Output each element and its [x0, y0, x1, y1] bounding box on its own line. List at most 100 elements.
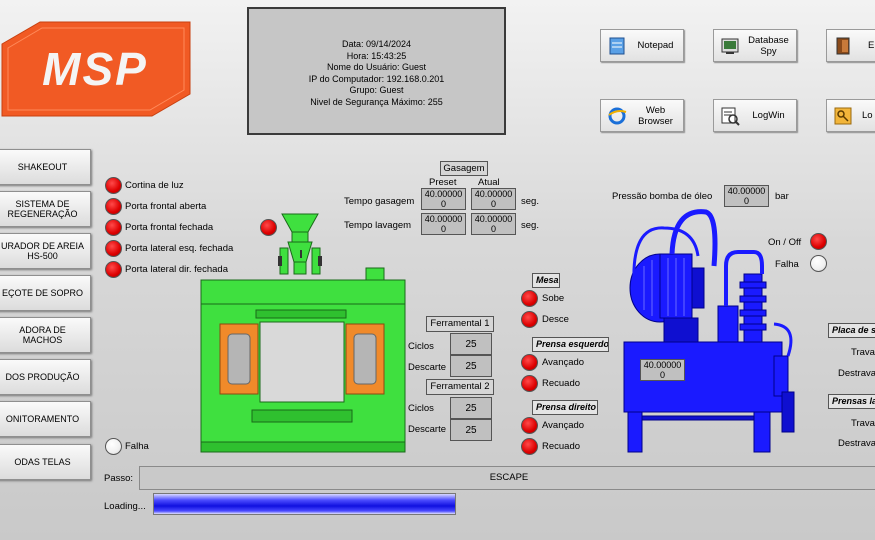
ferramental2-title: Ferramental 2 [426, 379, 494, 395]
menu-shakeout-label: SHAKEOUT [17, 161, 68, 172]
hydraulic-falha-label: Falha [775, 259, 799, 270]
database-spy-label-1: Database [748, 34, 789, 46]
porta-lateral-esq-led [105, 240, 122, 257]
pressao-value-box: 40.00000 0 [724, 185, 769, 207]
tempo-lavagem-unit: seg. [521, 220, 539, 231]
menu-cabecote-sopro[interactable]: EÇOTE DE SOPRO [0, 275, 91, 311]
prensas-title: Prensas la [828, 394, 875, 409]
info-time: Hora: 15:43:25 [346, 50, 407, 61]
web-browser-button[interactable]: Web Browser [600, 99, 684, 132]
prensa-dir-recuado-led [521, 438, 538, 455]
logwin-button[interactable]: LogWin [713, 99, 797, 132]
prensa-esq-recuado-label: Recuado [542, 378, 581, 389]
passo-label: Passo: [104, 473, 134, 484]
logo-text: MSP [42, 43, 148, 95]
ferramental1-descarte-value: 25 [450, 355, 492, 377]
core-blower-machine-diagram [196, 210, 408, 456]
info-group: Grupo: Guest [349, 85, 404, 95]
tank-sub: 0 [659, 369, 665, 380]
menu-curador-areia[interactable]: URADOR DE AREIA HS-500 [0, 233, 91, 269]
cortina-luz-label: Cortina de luz [125, 180, 184, 191]
logwin-label: LogWin [752, 110, 785, 121]
pressao-label: Pressão bomba de óleo [612, 191, 713, 202]
menu-cabecote-sopro-label: EÇOTE DE SOPRO [1, 287, 83, 298]
tempo-gasagem-preset-sub: 0 [440, 198, 446, 209]
menu-dados-producao[interactable]: DOS PRODUÇÃO [0, 359, 91, 395]
gasagem-atual-header: Atual [478, 177, 500, 188]
prensa-dir-avancado-led [521, 417, 538, 434]
tempo-gasagem-atual: 40.00000 0 [471, 188, 516, 210]
ferramental1-descarte-label: Descarte [408, 362, 447, 373]
notepad-button[interactable]: Notepad [600, 29, 684, 62]
gasagem-title: Gasagem [440, 161, 488, 176]
tempo-lavagem-preset-sub: 0 [440, 223, 446, 234]
menu-shakeout[interactable]: SHAKEOUT [0, 149, 91, 185]
menu-sopradora-machos[interactable]: ADORA DE MACHOS [0, 317, 91, 353]
tank-value-box: 40.00000 0 [640, 359, 685, 381]
menu-dados-producao-label: DOS PRODUÇÃO [5, 371, 80, 382]
ferramental2-ciclos-label: Ciclos [408, 403, 434, 414]
tempo-gasagem-atual-sub: 0 [490, 198, 496, 209]
menu-sistema-regeneracao[interactable]: SISTEMA DE REGENERAÇÃO [0, 191, 91, 227]
porta-lateral-dir-led [105, 261, 122, 278]
ferramental2-descarte-label: Descarte [408, 424, 447, 435]
tempo-gasagem-preset[interactable]: 40.00000 0 [421, 188, 466, 210]
loading-label: Loading... [104, 501, 146, 512]
web-browser-label-2: Browser [638, 115, 673, 127]
log-magnifier-icon [719, 105, 741, 127]
passo-status-bar: ESCAPE [139, 466, 875, 490]
prensa-dir-avancado-label: Avançado [542, 420, 585, 431]
pressao-sub: 0 [743, 195, 749, 206]
pressao-unit: bar [775, 191, 789, 202]
info-ip: IP do Computador: 192.168.0.201 [308, 73, 445, 84]
exit-button[interactable]: E [826, 29, 875, 62]
notepad-label: Notepad [637, 40, 674, 51]
placa-destrava-label: Destrava [838, 368, 875, 379]
menu-monitoramento-label: ONITORAMENTO [5, 413, 80, 424]
prensa-dir-recuado-label: Recuado [542, 441, 581, 452]
web-browser-label-1: Web [645, 104, 666, 116]
login-label: Lo [862, 110, 873, 121]
menu-monitoramento[interactable]: ONITORAMENTO [0, 401, 91, 437]
cortina-luz-led [105, 177, 122, 194]
info-date: Data: 09/14/2024 [341, 39, 412, 49]
session-info-panel: Data: 09/14/2024 Hora: 15:43:25 Nome do … [247, 7, 506, 135]
info-security: Nivel de Segurança Máximo: 255 [310, 96, 443, 107]
mesa-desce-label: Desce [542, 314, 569, 325]
prensa-direito-title: Prensa direito [532, 400, 598, 415]
msp-logo: MSP [0, 20, 195, 118]
ferramental2-descarte-value: 25 [450, 419, 492, 441]
exit-label: E [868, 40, 875, 51]
porta-frontal-aberta-led [105, 198, 122, 215]
exit-door-icon [832, 35, 854, 57]
prensas-trava-label: Trava [851, 418, 875, 429]
login-button[interactable]: Lo [826, 99, 875, 132]
database-icon [719, 35, 741, 57]
gasagem-preset-header: Preset [429, 177, 457, 188]
porta-frontal-aberta-label: Porta frontal aberta [125, 201, 207, 212]
notepad-icon [606, 35, 628, 57]
falha-left-led [105, 438, 122, 455]
key-icon [832, 105, 854, 127]
falha-left-label: Falha [125, 441, 149, 452]
on-off-led[interactable] [810, 233, 827, 250]
tempo-lavagem-preset[interactable]: 40.00000 0 [421, 213, 466, 235]
prensa-esq-avancado-led [521, 354, 538, 371]
database-spy-button[interactable]: Database Spy [713, 29, 797, 62]
database-spy-label-2: Spy [760, 45, 777, 57]
ferramental1-ciclos-label: Ciclos [408, 341, 434, 352]
placa-trava-label: Trava [851, 347, 875, 358]
menu-curador-areia-label: URADOR DE AREIA HS-500 [0, 240, 85, 262]
hydraulic-falha-led [810, 255, 827, 272]
menu-sopradora-machos-label: ADORA DE MACHOS [19, 324, 66, 346]
mesa-sobe-led [521, 290, 538, 307]
mesa-title: Mesa [532, 273, 560, 288]
ferramental2-ciclos-value: 25 [450, 397, 492, 419]
mesa-sobe-label: Sobe [542, 293, 565, 304]
menu-todas-telas[interactable]: ODAS TELAS [0, 444, 91, 480]
ferramental1-ciclos-value: 25 [450, 333, 492, 355]
menu-sistema-regeneracao-label: SISTEMA DE REGENERAÇÃO [7, 198, 78, 220]
prensa-esq-recuado-led [521, 375, 538, 392]
porta-frontal-fechada-led [105, 219, 122, 236]
prensas-destrava-label: Destrava [838, 438, 875, 449]
